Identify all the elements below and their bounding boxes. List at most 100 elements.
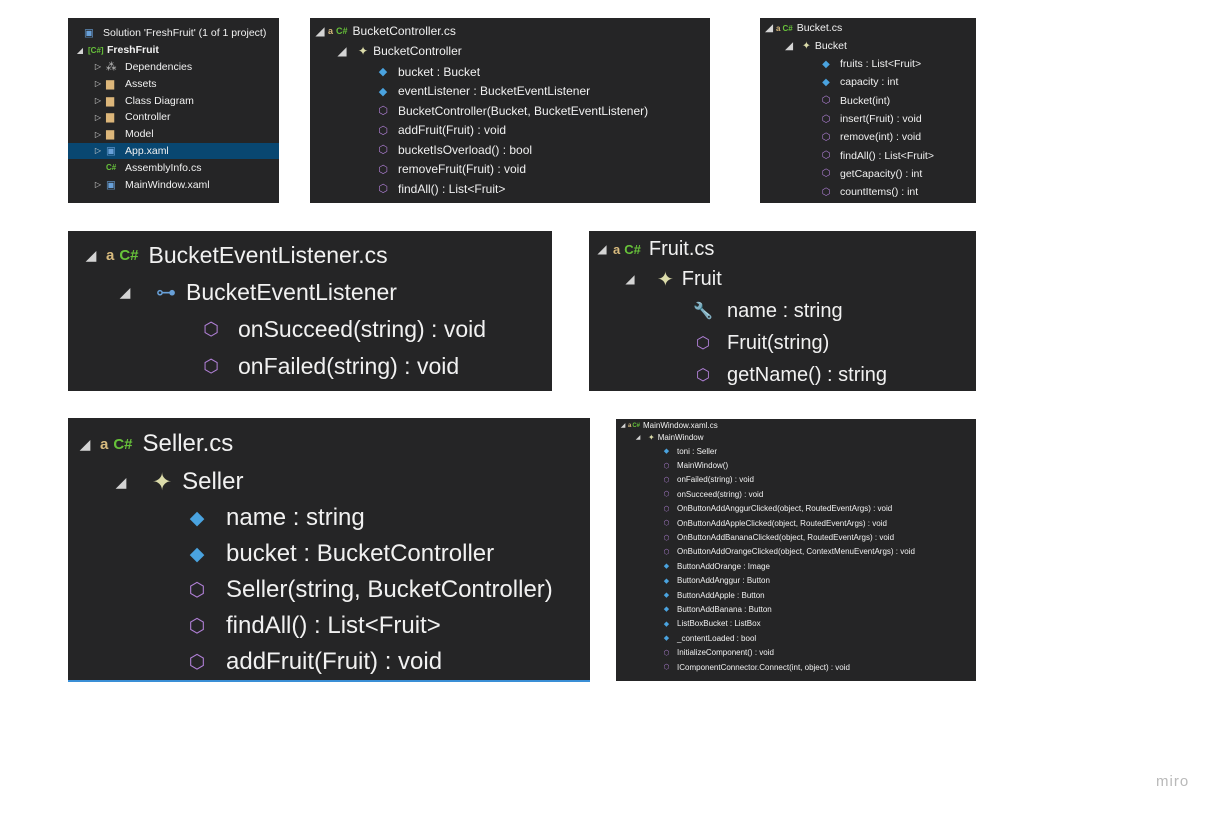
solution-item[interactable]: ▷ ▆ Model [68, 126, 279, 143]
solution-item[interactable]: ▷ ▆ Controller [68, 109, 279, 126]
method-member[interactable]: ⬡ findAll() : List<Fruit> [760, 146, 976, 164]
field-icon: ◆ [822, 58, 830, 70]
property-member[interactable]: 🔧 name : string [589, 295, 976, 327]
collapse-icon[interactable]: ◢ [76, 436, 94, 453]
collapse-icon[interactable]: ◢ [764, 22, 774, 34]
field-member[interactable]: ◆ _contentLoaded : bool [616, 631, 976, 645]
expand-icon[interactable]: ▷ [92, 113, 104, 122]
file-node[interactable]: ◢ a C# BucketController.cs [310, 22, 710, 40]
method-member[interactable]: ⬡ OnButtonAddBananaClicked(object, Routed… [616, 530, 976, 544]
collapse-icon[interactable]: ◢ [82, 247, 100, 264]
collapse-icon[interactable]: ◢ [112, 474, 130, 491]
collapse-icon[interactable]: ◢ [595, 242, 609, 256]
field-member[interactable]: ◆ fruits : List<Fruit> [760, 55, 976, 73]
field-member[interactable]: ◆ bucket : BucketController [68, 536, 590, 572]
file-name: Seller.cs [142, 430, 234, 457]
member-label: MainWindow() [677, 461, 729, 471]
file-node[interactable]: ◢ a C# Seller.cs [68, 424, 590, 464]
class-node[interactable]: ◢ ✦ BucketController [310, 40, 710, 62]
field-member[interactable]: ◆ ButtonAddApple : Button [616, 588, 976, 602]
method-member[interactable]: ⬡ findAll() : List<Fruit> [310, 179, 710, 199]
collapse-icon[interactable]: ◢ [314, 24, 326, 38]
solution-item-label: Controller [125, 111, 171, 124]
method-member[interactable]: ⬡ Seller(string, BucketController) [68, 572, 590, 608]
csharp-file-icon: C# [336, 26, 348, 36]
solution-item[interactable]: C# AssemblyInfo.cs [68, 159, 279, 176]
class-node[interactable]: ◢ ✦ MainWindow [616, 431, 976, 444]
method-member[interactable]: ⬡ MainWindow() [616, 458, 976, 472]
field-member[interactable]: ◆ ButtonAddOrange : Image [616, 559, 976, 573]
collapse-icon[interactable]: ◢ [634, 434, 642, 441]
method-member[interactable]: ⬡ remove(int) : void [760, 128, 976, 146]
method-member[interactable]: ⬡ countItems() : int [760, 183, 976, 201]
field-member[interactable]: ◆ name : string [68, 500, 590, 536]
csharp-file-icon: C# [119, 246, 139, 264]
expand-icon[interactable]: ▷ [92, 130, 104, 139]
method-member[interactable]: ⬡ onFailed(string) : void [616, 473, 976, 487]
file-node[interactable]: ◢ a C# Fruit.cs [589, 235, 976, 263]
expand-icon[interactable]: ▷ [92, 79, 104, 88]
collapse-icon[interactable]: ◢ [623, 272, 637, 286]
solution-item[interactable]: ▷ ▆ Assets [68, 75, 279, 92]
class-name: Fruit [681, 267, 722, 290]
field-member[interactable]: ◆ ButtonAddBanana : Button [616, 602, 976, 616]
method-member[interactable]: ⬡ Bucket(int) [760, 92, 976, 110]
collapse-icon[interactable]: ◢ [619, 422, 627, 429]
member-label: BucketController(Bucket, BucketEventList… [398, 103, 649, 118]
solution-item[interactable]: ▷ ▣ MainWindow.xaml [68, 176, 279, 193]
method-icon: ⬡ [378, 183, 388, 196]
class-node[interactable]: ◢ ✦ Fruit [589, 263, 976, 295]
field-member[interactable]: ◆ eventListener : BucketEventListener [310, 82, 710, 102]
solution-item[interactable]: ▷ ▣ App.xaml [68, 142, 279, 160]
method-member[interactable]: ⬡ Fruit(string) [589, 327, 976, 359]
class-node[interactable]: ◢ ✦ Seller [68, 464, 590, 500]
field-member[interactable]: ◆ bucket : Bucket [310, 62, 710, 82]
member-label: ButtonAddBanana : Button [677, 604, 772, 614]
method-member[interactable]: ⬡ OnButtonAddAnggurClicked(object, Routed… [616, 502, 976, 516]
expand-icon[interactable]: ▷ [92, 180, 104, 189]
solution-item[interactable]: ▷ ⁂ Dependencies [68, 59, 279, 76]
method-member[interactable]: ⬡ onSucceed(string) : void [68, 311, 552, 348]
method-member[interactable]: ⬡ OnButtonAddAppleClicked(object, RoutedE… [616, 516, 976, 530]
member-label: onSucceed(string) : void [238, 316, 487, 342]
solution-item[interactable]: ▣ Solution 'FreshFruit' (1 of 1 project) [68, 25, 279, 42]
expand-icon[interactable]: ▷ [92, 96, 104, 105]
expand-icon[interactable]: ▷ [92, 62, 104, 71]
member-label: ButtonAddOrange : Image [677, 561, 770, 571]
method-member[interactable]: ⬡ onSucceed(string) : void [616, 487, 976, 501]
method-member[interactable]: ⬡ BucketController(Bucket, BucketEventLis… [310, 101, 710, 121]
field-member[interactable]: ◆ capacity : int [760, 73, 976, 91]
class-icon: ✦ [648, 433, 655, 442]
solution-item[interactable]: ◢ [C#] FreshFruit [68, 42, 279, 59]
method-member[interactable]: ⬡ InitializeComponent() : void [616, 645, 976, 659]
method-icon: ⬡ [663, 476, 670, 484]
method-member[interactable]: ⬡ onFailed(string) : void [68, 348, 552, 385]
field-member[interactable]: ◆ ListBoxBucket : ListBox [616, 617, 976, 631]
member-label: OnButtonAddBananaClicked(object, RoutedE… [677, 533, 895, 543]
method-member[interactable]: ⬡ findAll() : List<Fruit> [68, 608, 590, 644]
file-node[interactable]: ◢ a C# Bucket.cs [760, 20, 976, 36]
file-node[interactable]: ◢ a C# MainWindow.xaml.cs [616, 420, 976, 431]
member-label: ListBoxBucket : ListBox [677, 619, 761, 629]
collapse-icon[interactable]: ◢ [784, 40, 794, 52]
method-member[interactable]: ⬡ IComponentConnector.Connect(int, object… [616, 660, 976, 674]
method-member[interactable]: ⬡ getName() : string [589, 359, 976, 391]
collapse-icon[interactable]: ◢ [116, 284, 134, 301]
interface-node[interactable]: ◢ ⊶ BucketEventListener [68, 273, 552, 311]
method-member[interactable]: ⬡ addFruit(Fruit) : void [68, 644, 590, 680]
expand-icon[interactable]: ◢ [74, 46, 86, 55]
file-node[interactable]: ◢ a C# BucketEventListener.cs [68, 237, 552, 273]
method-member[interactable]: ⬡ getCapacity() : int [760, 165, 976, 183]
class-node[interactable]: ◢ ✦ Bucket [760, 36, 976, 55]
method-member[interactable]: ⬡ OnButtonAddOrangeClicked(object, Contex… [616, 545, 976, 559]
field-member[interactable]: ◆ ButtonAddAnggur : Button [616, 574, 976, 588]
solution-item[interactable]: ▷ ▆ Class Diagram [68, 92, 279, 109]
method-member[interactable]: ⬡ bucketIsOverload() : bool [310, 140, 710, 160]
method-member[interactable]: ⬡ insert(Fruit) : void [760, 110, 976, 128]
method-member[interactable]: ⬡ addFruit(Fruit) : void [310, 121, 710, 141]
field-member[interactable]: ◆ toni : Seller [616, 444, 976, 458]
collapse-icon[interactable]: ◢ [336, 44, 348, 58]
method-member[interactable]: ⬡ removeFruit(Fruit) : void [310, 160, 710, 180]
xaml-file-icon: ▣ [106, 144, 116, 157]
expand-icon[interactable]: ▷ [92, 146, 104, 155]
